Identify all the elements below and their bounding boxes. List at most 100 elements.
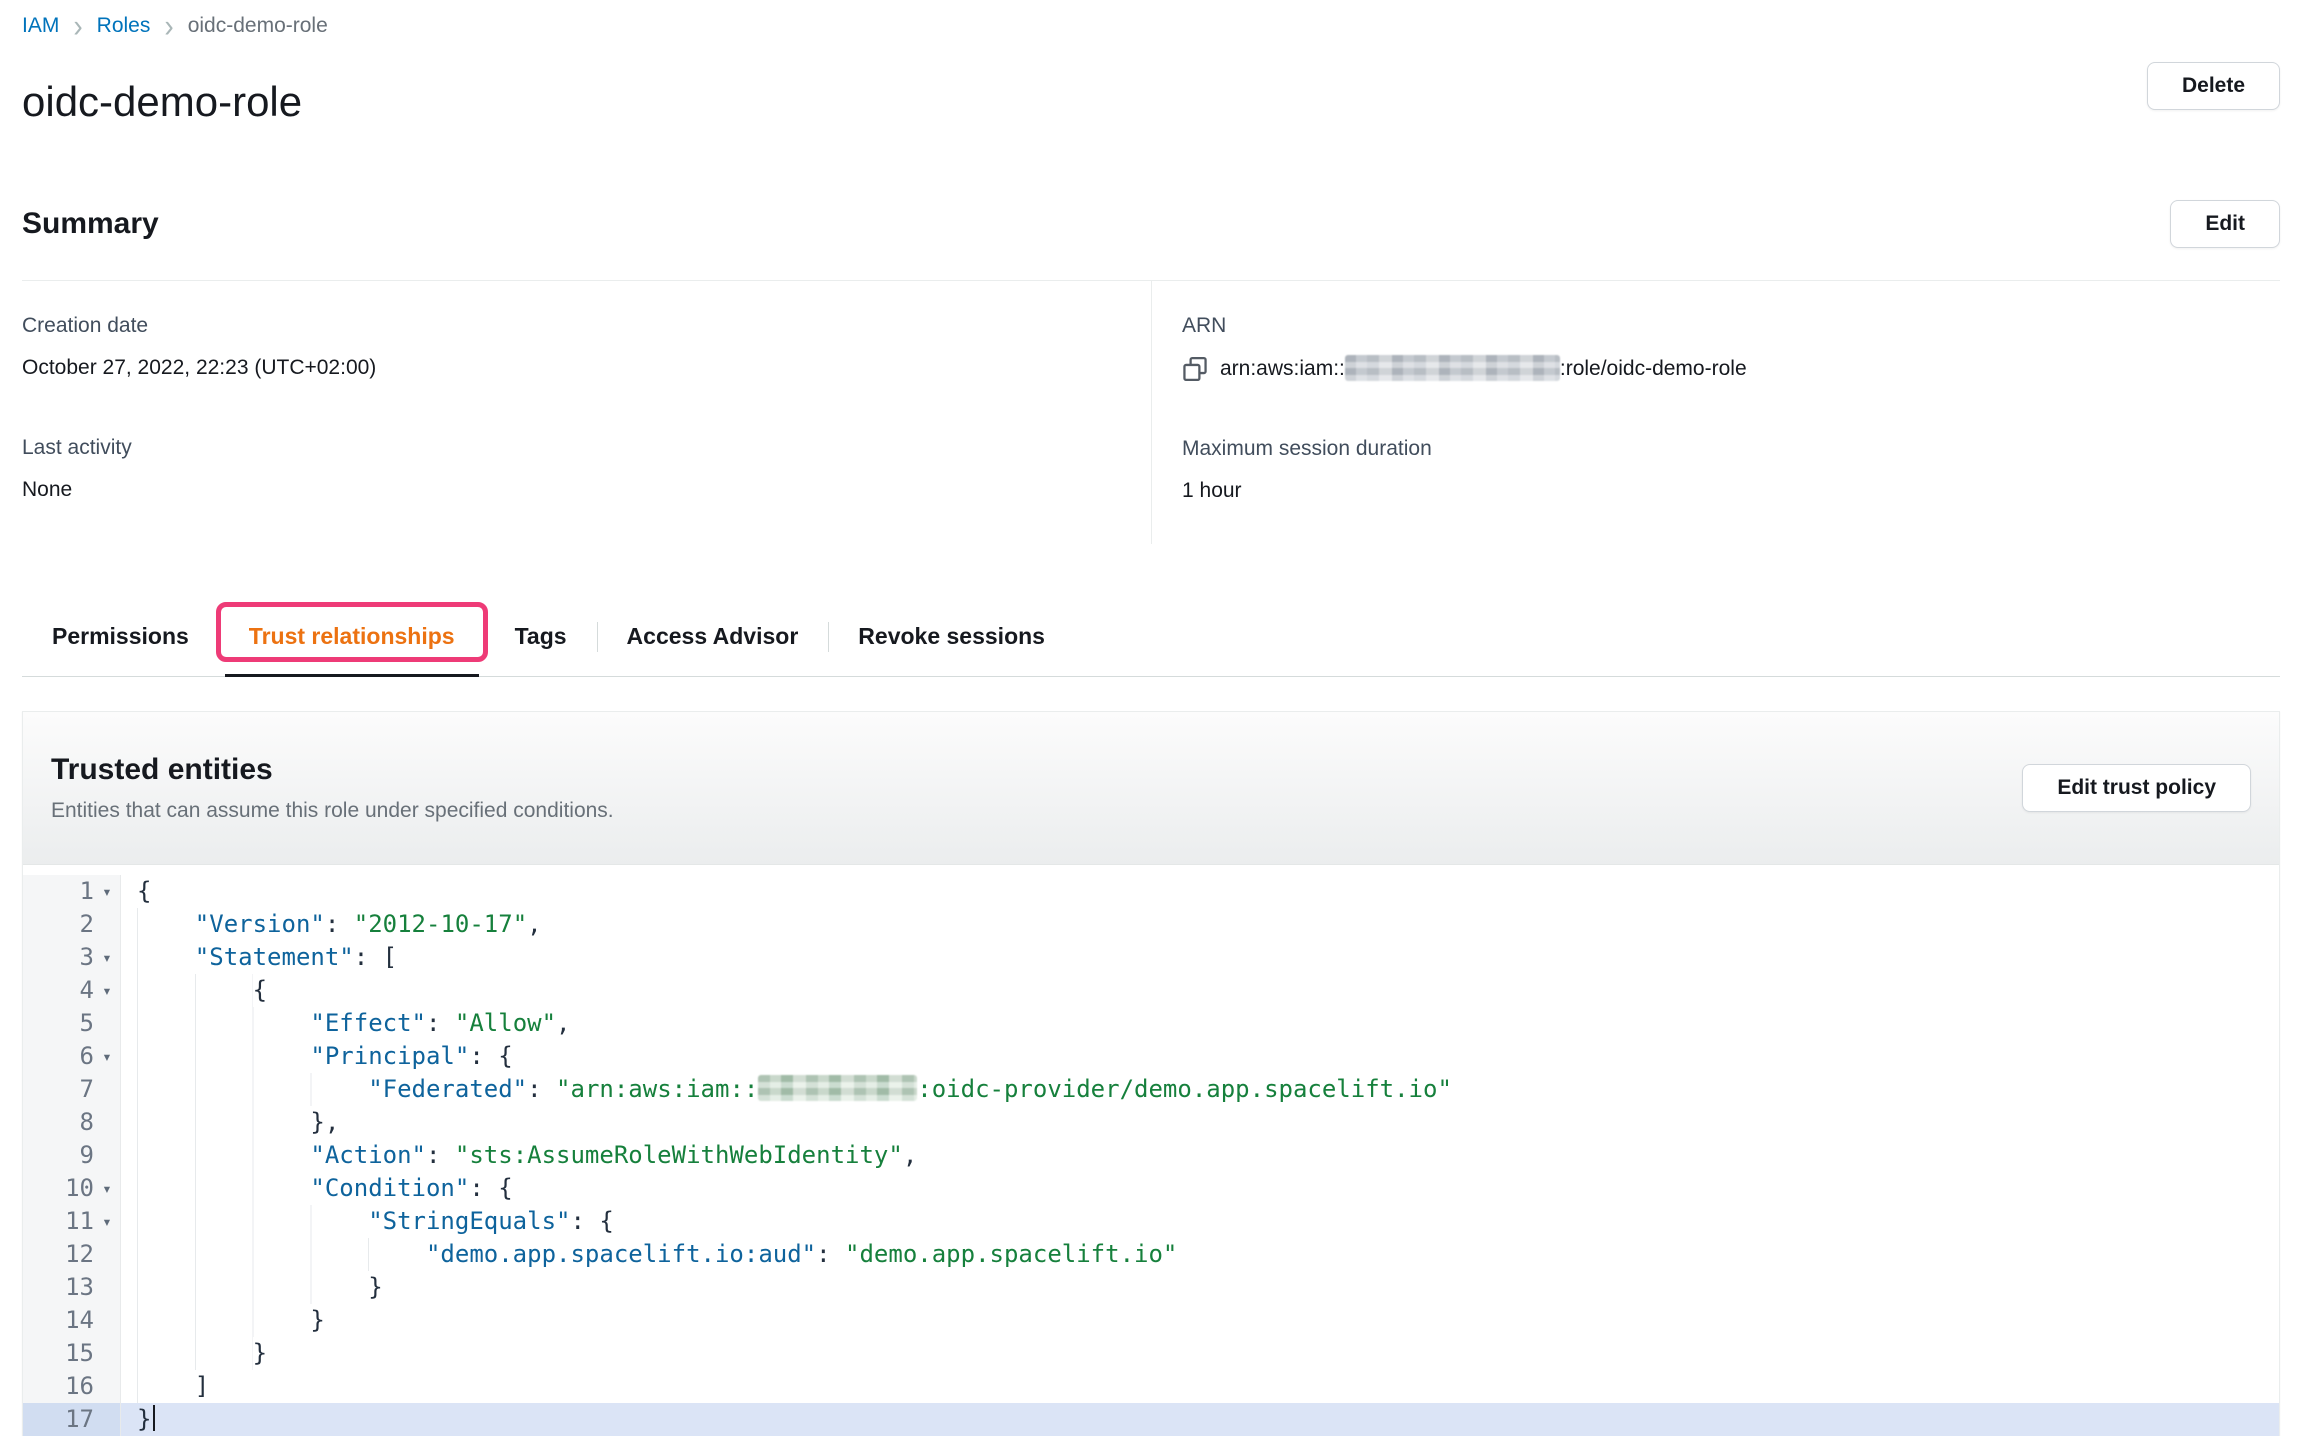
code-token: "sts:AssumeRoleWithWebIdentity" <box>455 1141 903 1169</box>
arn-text: arn:aws:iam:::role/oidc-demo-role <box>1220 355 1747 382</box>
code-line-15[interactable]: 15 } <box>23 1337 2279 1370</box>
fold-caret-icon[interactable]: ▾ <box>94 875 120 908</box>
summary-panel: Creation date October 27, 2022, 22:23 (U… <box>22 280 2280 544</box>
line-number-text: 15 <box>23 1337 94 1370</box>
arn-value: arn:aws:iam:::role/oidc-demo-role <box>1182 355 2280 382</box>
fold-caret-icon[interactable]: ▾ <box>94 1172 120 1205</box>
arn-prefix: arn:aws:iam:: <box>1220 357 1345 380</box>
code-token <box>137 941 195 974</box>
code-line-11[interactable]: 11▾ "StringEquals": { <box>23 1205 2279 1238</box>
delete-button[interactable]: Delete <box>2147 62 2280 110</box>
trusted-entities-titles: Trusted entities Entities that can assum… <box>51 752 614 824</box>
edit-trust-policy-button[interactable]: Edit trust policy <box>2022 764 2251 812</box>
code-token: : { <box>570 1207 613 1235</box>
code-line-13[interactable]: 13 } <box>23 1271 2279 1304</box>
line-number: 15 <box>23 1337 121 1370</box>
code-text: "Action": "sts:AssumeRoleWithWebIdentity… <box>121 1139 917 1172</box>
code-line-1[interactable]: 1▾{ <box>23 875 2279 908</box>
tab-tags[interactable]: Tags <box>485 598 597 676</box>
redacted-account-id <box>758 1075 917 1101</box>
fold-caret-icon[interactable]: ▾ <box>94 941 120 974</box>
code-line-3[interactable]: 3▾ "Statement": [ <box>23 941 2279 974</box>
arn-label: ARN <box>1182 313 2280 339</box>
creation-date-field: Creation date October 27, 2022, 22:23 (U… <box>22 313 1151 381</box>
trust-policy-editor[interactable]: 1▾{2 "Version": "2012-10-17",3▾ "Stateme… <box>23 865 2279 1436</box>
fold-caret-icon[interactable]: ▾ <box>94 974 120 1007</box>
tab-label: Access Advisor <box>627 623 799 649</box>
code-text: { <box>121 974 267 1007</box>
code-line-12[interactable]: 12 "demo.app.spacelift.io:aud": "demo.ap… <box>23 1238 2279 1271</box>
line-number: 4▾ <box>23 974 121 1007</box>
code-token: "Federated" <box>368 1075 527 1103</box>
trusted-entities-card: Trusted entities Entities that can assum… <box>22 711 2280 1436</box>
code-text: } <box>121 1304 325 1337</box>
code-token: "2012-10-17" <box>354 910 527 938</box>
code-line-9[interactable]: 9 "Action": "sts:AssumeRoleWithWebIdenti… <box>23 1139 2279 1172</box>
fold-caret-icon[interactable]: ▾ <box>94 1205 120 1238</box>
last-activity-field: Last activity None <box>22 435 1151 503</box>
code-token: } <box>137 1405 151 1433</box>
code-line-14[interactable]: 14 } <box>23 1304 2279 1337</box>
breadcrumb: IAM›Roles›oidc-demo-role <box>22 0 2280 40</box>
code-token: : { <box>469 1174 512 1202</box>
code-text: } <box>121 1337 267 1370</box>
summary-left-column: Creation date October 27, 2022, 22:23 (U… <box>22 281 1151 544</box>
line-number-text: 13 <box>23 1271 94 1304</box>
code-token: "Effect" <box>310 1009 426 1037</box>
code-text: { <box>121 875 151 908</box>
breadcrumb-link-iam[interactable]: IAM <box>22 14 59 38</box>
code-token <box>137 1271 368 1304</box>
code-token: , <box>556 1009 570 1037</box>
line-number-text: 1 <box>23 875 94 908</box>
trusted-entities-header: Trusted entities Entities that can assum… <box>23 712 2279 865</box>
tab-trust-relationships[interactable]: Trust relationships <box>219 598 485 676</box>
tab-label: Permissions <box>52 623 189 649</box>
code-line-16[interactable]: 16 ] <box>23 1370 2279 1403</box>
code-line-8[interactable]: 8 }, <box>23 1106 2279 1139</box>
creation-date-value: October 27, 2022, 22:23 (UTC+02:00) <box>22 355 1151 381</box>
code-text: "Version": "2012-10-17", <box>121 908 542 941</box>
line-number-text: 11 <box>23 1205 94 1238</box>
line-number: 5 <box>23 1007 121 1040</box>
line-number: 8 <box>23 1106 121 1139</box>
code-line-7[interactable]: 7 "Federated": "arn:aws:iam:::oidc-provi… <box>23 1073 2279 1106</box>
line-number-text: 3 <box>23 941 94 974</box>
line-number-text: 12 <box>23 1238 94 1271</box>
code-token <box>137 1073 368 1106</box>
code-token <box>137 1370 195 1403</box>
max-session-field: Maximum session duration 1 hour <box>1182 436 2280 504</box>
code-token: "StringEquals" <box>368 1207 570 1235</box>
code-line-4[interactable]: 4▾ { <box>23 974 2279 1007</box>
line-number: 10▾ <box>23 1172 121 1205</box>
code-line-10[interactable]: 10▾ "Condition": { <box>23 1172 2279 1205</box>
code-text: "Condition": { <box>121 1172 513 1205</box>
line-number-text: 8 <box>23 1106 94 1139</box>
tab-permissions[interactable]: Permissions <box>22 598 219 676</box>
code-line-2[interactable]: 2 "Version": "2012-10-17", <box>23 908 2279 941</box>
code-text: }, <box>121 1106 339 1139</box>
code-token: "Condition" <box>310 1174 469 1202</box>
tab-access-advisor[interactable]: Access Advisor <box>597 598 829 676</box>
tab-revoke-sessions[interactable]: Revoke sessions <box>828 598 1075 676</box>
page-title: oidc-demo-role <box>22 76 302 128</box>
breadcrumb-link-roles[interactable]: Roles <box>97 14 151 38</box>
copy-icon[interactable] <box>1182 356 1208 382</box>
last-activity-label: Last activity <box>22 435 1151 461</box>
code-line-6[interactable]: 6▾ "Principal": { <box>23 1040 2279 1073</box>
edit-button[interactable]: Edit <box>2170 200 2280 248</box>
code-token: , <box>903 1141 917 1169</box>
arn-field: ARN arn:aws:iam:::role/oidc-demo-role <box>1182 313 2280 382</box>
breadcrumb-current: oidc-demo-role <box>188 14 328 38</box>
code-line-5[interactable]: 5 "Effect": "Allow", <box>23 1007 2279 1040</box>
last-activity-value: None <box>22 477 1151 503</box>
code-token: "Statement" <box>195 943 354 971</box>
line-number-text: 9 <box>23 1139 94 1172</box>
code-token: } <box>368 1273 382 1301</box>
text-cursor <box>153 1405 155 1431</box>
code-token <box>137 1205 368 1238</box>
title-row: oidc-demo-role Delete <box>22 62 2280 128</box>
code-token: ] <box>195 1372 209 1400</box>
fold-caret-icon[interactable]: ▾ <box>94 1040 120 1073</box>
code-token <box>137 974 253 1007</box>
summary-header: Summary Edit <box>22 200 2280 248</box>
